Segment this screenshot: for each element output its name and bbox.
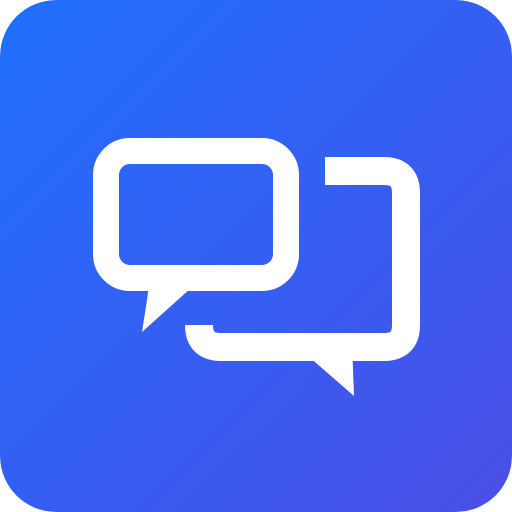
icon-background — [0, 0, 512, 512]
app-icon — [0, 0, 512, 512]
chat-bubbles-icon — [0, 0, 512, 512]
